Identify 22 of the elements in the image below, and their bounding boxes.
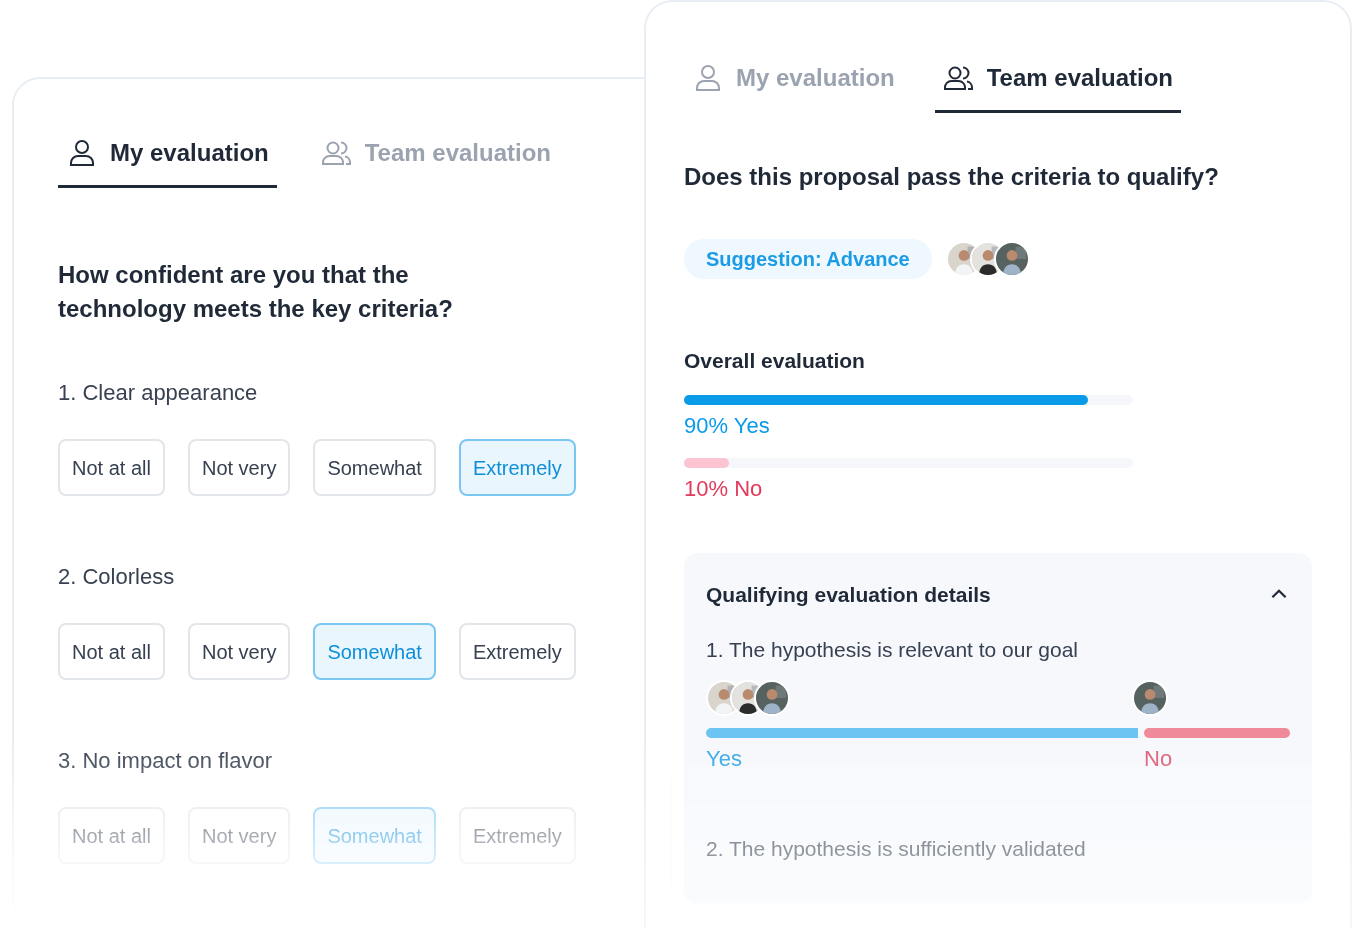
criterion-label: 1. Clear appearance	[58, 379, 259, 407]
vote-label: No	[1144, 745, 1173, 771]
criterion-label: 3. No impact on flavor	[58, 747, 273, 775]
option-button[interactable]: Not very	[187, 439, 291, 496]
option-button[interactable]: Not very	[187, 623, 291, 680]
vote-label: Yes	[706, 745, 742, 771]
result-label: 10% No	[684, 474, 764, 503]
criterion-label: 2. The hypothesis is sufficiently validated	[706, 835, 1087, 862]
option-button[interactable]: Extremely	[458, 623, 576, 680]
suggestion-badge: Suggestion: Advance	[684, 239, 932, 279]
option-button[interactable]: Somewhat	[313, 439, 436, 496]
option-button[interactable]: Not at all	[58, 439, 165, 496]
option-button[interactable]: Not at all	[58, 623, 165, 680]
section-title: Qualifying evaluation details	[706, 581, 991, 608]
question-text: Does this proposal pass the criteria to qualify?	[684, 162, 1220, 192]
tab[interactable]: Team evaluation	[934, 60, 1181, 113]
result-label: 90% Yes	[684, 411, 771, 440]
section-title: Overall evaluation	[684, 348, 866, 374]
criterion-label: 2. Colorless	[58, 563, 176, 591]
tab[interactable]: My evaluation	[58, 135, 277, 188]
criterion-label: 1. The hypothesis is relevant to our goal	[706, 637, 1079, 663]
question-text: How confident are you that the technology meets the key criteria?	[58, 260, 454, 324]
